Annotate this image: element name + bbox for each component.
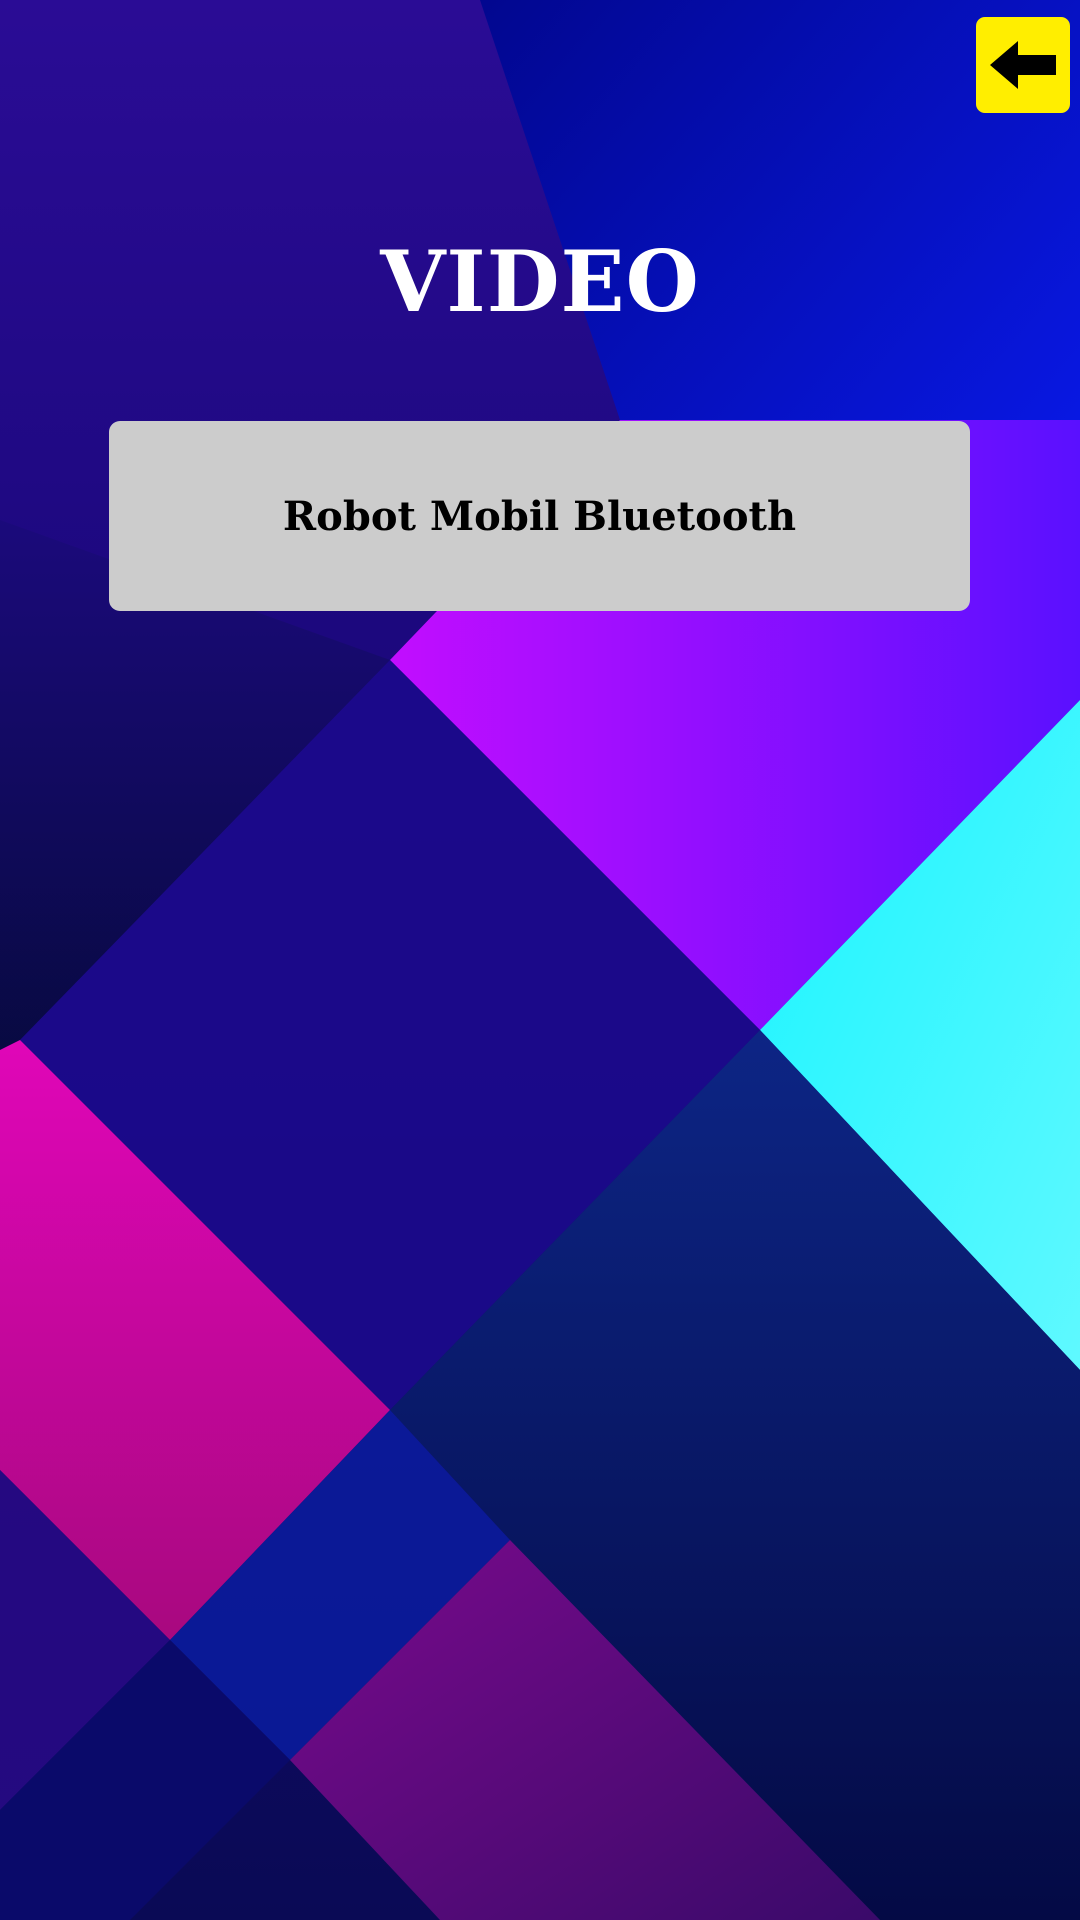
- item-button-label: Robot Mobil Bluetooth: [282, 492, 797, 540]
- page-title: VIDEO: [380, 232, 700, 331]
- back-button[interactable]: [976, 17, 1070, 113]
- video-screen: VIDEO Robot Mobil Bluetooth: [0, 0, 1080, 1920]
- robot-mobil-bluetooth-button[interactable]: Robot Mobil Bluetooth: [109, 421, 970, 611]
- arrow-left-icon: [990, 41, 1056, 89]
